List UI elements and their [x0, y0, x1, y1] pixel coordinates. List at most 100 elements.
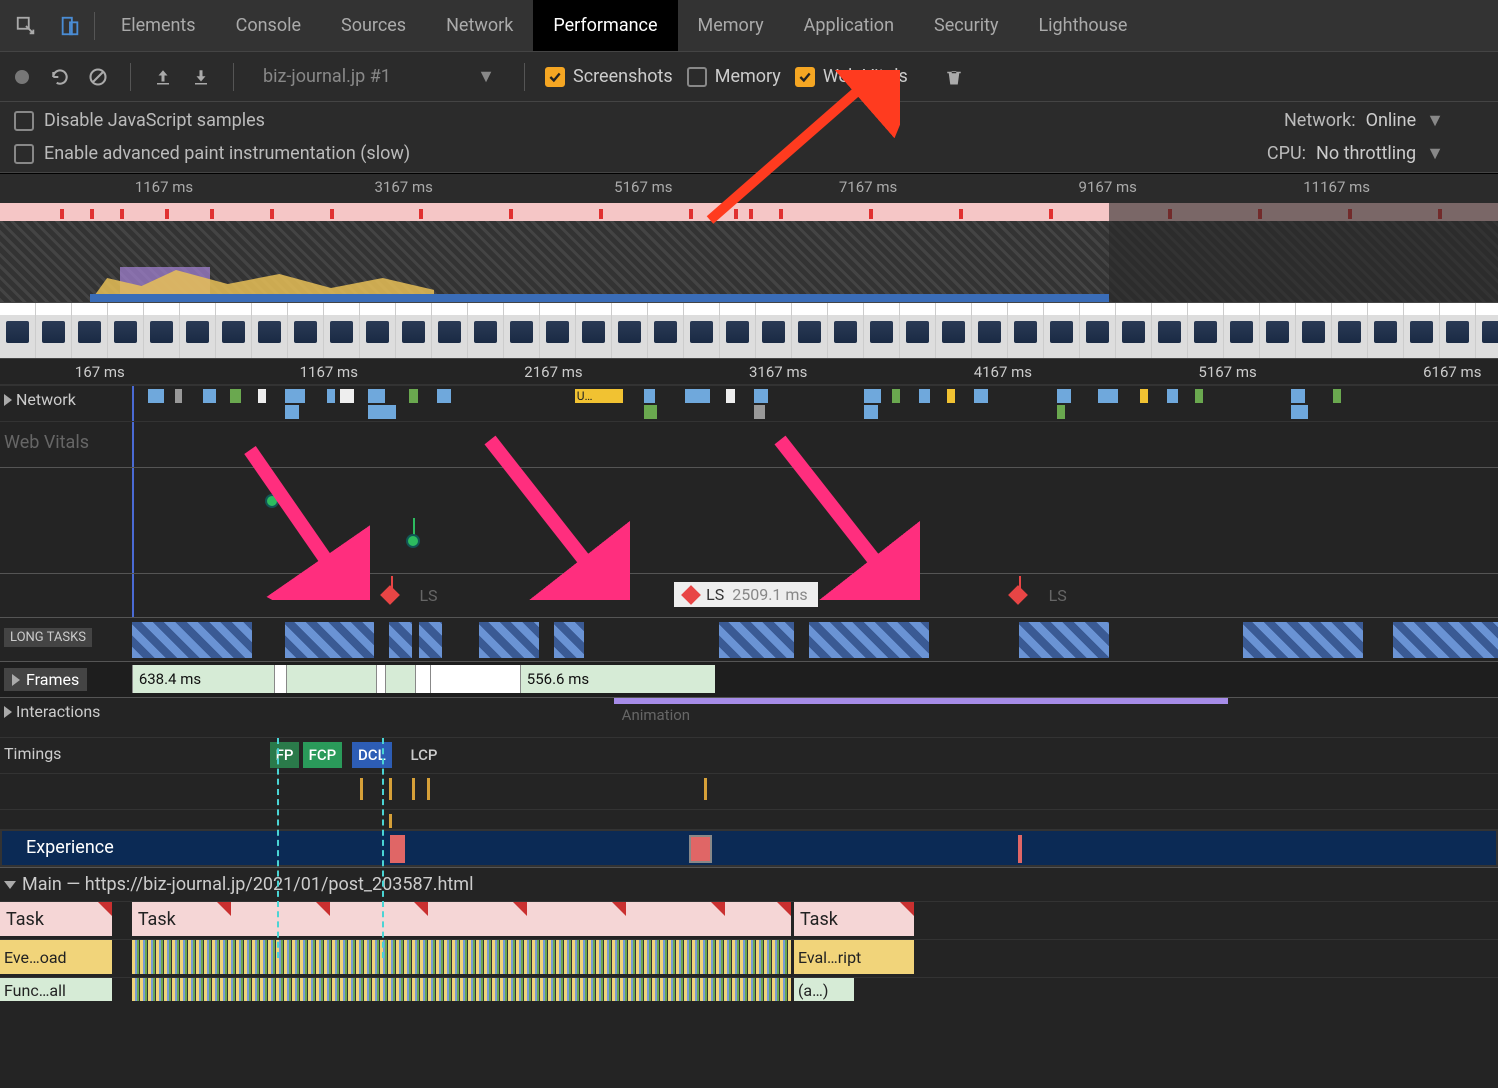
task-block[interactable]: Task	[794, 902, 914, 936]
frame-block[interactable]	[376, 665, 385, 693]
filmstrip-thumb[interactable]	[504, 303, 540, 359]
tab-lighthouse[interactable]: Lighthouse	[1018, 0, 1147, 51]
task-block[interactable]: Task	[0, 902, 112, 936]
good-vital-marker[interactable]	[265, 494, 279, 508]
filmstrip-thumb[interactable]	[1044, 303, 1080, 359]
memory-checkbox[interactable]: Memory	[687, 66, 781, 87]
network-track[interactable]: Network U…	[0, 385, 1498, 421]
filmstrip-thumb[interactable]	[1296, 303, 1332, 359]
layout-shift-marker[interactable]	[381, 585, 401, 605]
main-track-header[interactable]: Main — https://biz-journal.jp/2021/01/po…	[0, 867, 1498, 901]
filmstrip-thumb[interactable]	[900, 303, 936, 359]
filmstrip-thumb[interactable]	[864, 303, 900, 359]
eval-block[interactable]: Eve…oad	[0, 940, 112, 974]
filmstrip-thumb[interactable]	[576, 303, 612, 359]
frame-block[interactable]: 556.6 ms	[520, 665, 715, 693]
long-task-block[interactable]	[809, 622, 929, 658]
experience-shift-selected[interactable]	[689, 835, 711, 863]
filmstrip-thumb[interactable]	[792, 303, 828, 359]
func-block[interactable]: Func…all	[0, 978, 112, 1001]
filmstrip-thumb[interactable]	[360, 303, 396, 359]
long-task-block[interactable]	[285, 622, 375, 658]
reload-icon[interactable]	[48, 65, 72, 89]
filmstrip-thumb[interactable]	[252, 303, 288, 359]
filmstrip-thumb[interactable]	[1224, 303, 1260, 359]
long-task-block[interactable]	[719, 622, 794, 658]
filmstrip-thumb[interactable]	[828, 303, 864, 359]
overview-strip[interactable]	[0, 203, 1498, 303]
inspect-icon[interactable]	[8, 8, 44, 44]
flame-func-lane[interactable]: Func…all (a…)	[0, 977, 1498, 1001]
timing-fp[interactable]: FP	[270, 742, 300, 768]
layout-shift-tooltip[interactable]: LS 2509.1 ms	[674, 582, 818, 607]
animation-bar[interactable]	[614, 698, 1228, 704]
tab-sources[interactable]: Sources	[321, 0, 426, 51]
timings-track[interactable]: Timings FP FCP DCL LCP	[0, 737, 1498, 773]
device-toggle-icon[interactable]	[52, 8, 88, 44]
filmstrip-thumb[interactable]	[1152, 303, 1188, 359]
filmstrip-thumb[interactable]	[72, 303, 108, 359]
filmstrip-thumb[interactable]	[720, 303, 756, 359]
timing-dcl[interactable]: DCL	[352, 742, 392, 768]
filmstrip-thumb[interactable]	[432, 303, 468, 359]
filmstrip-thumb[interactable]	[144, 303, 180, 359]
experience-shift[interactable]	[390, 835, 405, 863]
filmstrip-thumb[interactable]	[108, 303, 144, 359]
detail-ruler[interactable]: 167 ms 1167 ms 2167 ms 3167 ms 4167 ms 5…	[0, 359, 1498, 385]
filmstrip-thumb[interactable]	[288, 303, 324, 359]
task-block[interactable]: Task	[132, 902, 791, 936]
flame-dense[interactable]	[132, 940, 791, 974]
tab-memory[interactable]: Memory	[678, 0, 784, 51]
tab-security[interactable]: Security	[914, 0, 1018, 51]
enable-paint-checkbox[interactable]: Enable advanced paint instrumentation (s…	[14, 143, 410, 164]
filmstrip-thumb[interactable]	[648, 303, 684, 359]
record-icon[interactable]	[10, 65, 34, 89]
frame-block[interactable]	[430, 665, 520, 693]
flame-dense[interactable]	[132, 978, 791, 1001]
filmstrip-thumb[interactable]	[1188, 303, 1224, 359]
tab-network[interactable]: Network	[426, 0, 533, 51]
web-vitals-track[interactable]: Web Vitals	[0, 421, 1498, 467]
timing-lcp[interactable]: LCP	[404, 742, 443, 768]
func-block[interactable]: (a…)	[794, 978, 854, 1001]
long-task-block[interactable]	[419, 622, 441, 658]
filmstrip-thumb[interactable]	[1368, 303, 1404, 359]
filmstrip-thumb[interactable]	[612, 303, 648, 359]
upload-icon[interactable]	[151, 65, 175, 89]
network-track-label[interactable]: Network	[4, 390, 76, 409]
filmstrip-thumb[interactable]	[216, 303, 252, 359]
long-task-block[interactable]	[389, 622, 411, 658]
filmstrip-thumb[interactable]	[1080, 303, 1116, 359]
long-tasks-track[interactable]: LONG TASKS	[0, 617, 1498, 661]
long-task-block[interactable]	[1243, 622, 1363, 658]
filmstrip-thumb[interactable]	[1332, 303, 1368, 359]
network-throttling-dropdown[interactable]: Network: Online ▼	[1284, 110, 1444, 131]
filmstrip-thumb[interactable]	[540, 303, 576, 359]
filmstrip-thumb[interactable]	[1116, 303, 1152, 359]
tab-performance[interactable]: Performance	[533, 0, 677, 51]
interactions-track[interactable]: Interactions Animation	[0, 697, 1498, 737]
filmstrip-thumb[interactable]	[1260, 303, 1296, 359]
filmstrip-thumb[interactable]	[756, 303, 792, 359]
frame-block[interactable]	[385, 665, 415, 693]
vitals-markers-track[interactable]	[0, 467, 1498, 573]
filmstrip-thumb[interactable]	[936, 303, 972, 359]
frames-track[interactable]: Frames 638.4 ms 556.6 ms	[0, 661, 1498, 697]
filmstrip-thumb[interactable]	[1476, 303, 1498, 359]
timing-fcp[interactable]: FCP	[303, 742, 343, 768]
layout-shift-marker[interactable]	[1008, 585, 1028, 605]
frame-block[interactable]	[286, 665, 376, 693]
tab-elements[interactable]: Elements	[101, 0, 216, 51]
filmstrip-thumb[interactable]	[972, 303, 1008, 359]
experience-shift[interactable]	[1018, 835, 1022, 863]
filmstrip-thumb[interactable]	[180, 303, 216, 359]
filmstrip-thumb[interactable]	[1008, 303, 1044, 359]
frame-block[interactable]	[415, 665, 430, 693]
filmstrip[interactable]: /*populated below*/	[0, 303, 1498, 359]
recording-dropdown[interactable]: biz-journal.jp #1 ▼	[254, 61, 504, 92]
tab-console[interactable]: Console	[216, 0, 321, 51]
long-task-block[interactable]	[1019, 622, 1109, 658]
filmstrip-thumb[interactable]	[468, 303, 504, 359]
filmstrip-thumb[interactable]	[1404, 303, 1440, 359]
filmstrip-thumb[interactable]	[684, 303, 720, 359]
